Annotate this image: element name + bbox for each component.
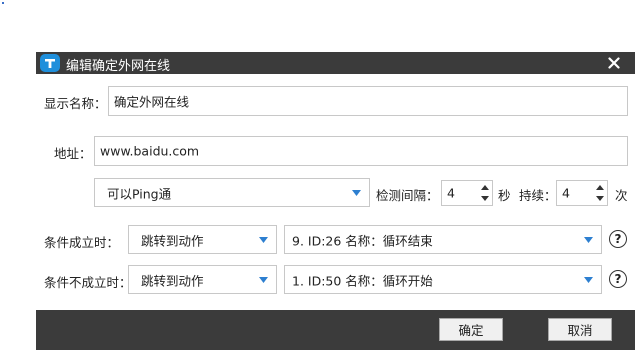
dialog-title: 编辑确定外网在线 — [66, 59, 171, 74]
display-name-input[interactable]: 确定外网在线 — [108, 86, 628, 116]
chevron-down-icon — [259, 236, 268, 243]
stray-dot — [2, 2, 4, 4]
decrement-icon[interactable] — [595, 194, 605, 203]
condition-false-target-value: 1. ID:50 名称：循环开始 — [292, 273, 433, 288]
duration-stepper[interactable]: 4 — [556, 180, 608, 206]
increment-icon[interactable] — [480, 183, 490, 192]
edit-dialog: 编辑确定外网在线 显示名称： 确定外网在线 地址： www.baidu.com … — [36, 52, 635, 350]
address-input[interactable]: www.baidu.com — [94, 136, 628, 166]
help-icon[interactable]: ? — [609, 270, 627, 288]
check-mode-select[interactable]: 可以Ping通 — [94, 178, 370, 207]
ok-button[interactable]: 确定 — [439, 318, 503, 341]
chevron-down-icon — [259, 276, 268, 283]
chevron-down-icon — [584, 276, 593, 283]
decrement-icon[interactable] — [480, 194, 490, 203]
display-name-label: 显示名称： — [44, 96, 107, 111]
duration-label: 持续： — [519, 188, 557, 203]
condition-false-action-value: 跳转到动作 — [141, 273, 204, 288]
display-name-value: 确定外网在线 — [114, 94, 190, 110]
interval-value: 4 — [447, 185, 455, 201]
condition-true-target-value: 9. ID:26 名称：循环结束 — [292, 233, 433, 248]
address-value: www.baidu.com — [100, 143, 200, 159]
interval-unit: 秒 — [498, 188, 511, 203]
app-logo-icon — [40, 54, 60, 72]
condition-true-target-select[interactable]: 9. ID:26 名称：循环结束 — [284, 225, 602, 254]
condition-true-action-value: 跳转到动作 — [141, 233, 204, 248]
title-bar[interactable]: 编辑确定外网在线 — [36, 52, 635, 74]
check-mode-value: 可以Ping通 — [107, 186, 172, 201]
condition-true-action-select[interactable]: 跳转到动作 — [128, 225, 277, 254]
help-icon[interactable]: ? — [609, 230, 627, 248]
condition-false-label: 条件不成立时： — [44, 275, 132, 290]
condition-true-label: 条件成立时： — [44, 235, 120, 250]
condition-false-action-select[interactable]: 跳转到动作 — [128, 265, 277, 294]
chevron-down-icon — [584, 236, 593, 243]
close-icon[interactable] — [605, 53, 623, 73]
condition-false-target-select[interactable]: 1. ID:50 名称：循环开始 — [284, 265, 602, 294]
duration-unit: 次 — [615, 188, 628, 203]
chevron-down-icon — [352, 189, 361, 196]
cancel-button[interactable]: 取消 — [548, 318, 612, 341]
interval-stepper[interactable]: 4 — [441, 180, 493, 206]
increment-icon[interactable] — [595, 183, 605, 192]
dialog-footer: 确定 取消 — [36, 310, 635, 350]
address-label: 地址： — [54, 146, 92, 161]
duration-value: 4 — [562, 185, 570, 201]
interval-label: 检测间隔： — [376, 188, 439, 203]
